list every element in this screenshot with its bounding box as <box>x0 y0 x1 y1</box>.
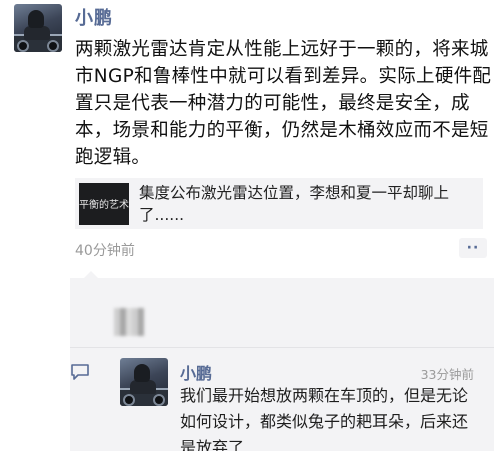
comment-author-name[interactable]: 小鹏 <box>180 360 212 384</box>
moments-post: 小鹏 两颗激光雷达肯定从性能上远好于一颗的，将来城市NGP和鲁棒性中就可以看到差… <box>0 0 500 270</box>
article-thumbnail: 平衡的艺术 <box>79 182 129 225</box>
shared-article-card[interactable]: 平衡的艺术 集度公布激光雷达位置，李想和夏一平却聊上了...... <box>75 178 483 229</box>
likes-comments-panel: 小鹏 33分钟前 我们最开始想放两颗在车顶的，但是无论如何设计，都类似兔子的耙耳… <box>70 271 494 451</box>
more-options-button[interactable]: ·· <box>459 238 487 258</box>
comment-icon <box>71 364 89 380</box>
post-timestamp: 40分钟前 <box>75 243 135 259</box>
ellipsis-icon: ·· <box>466 240 480 256</box>
comment-time: 33分钟前 <box>420 367 474 382</box>
author-avatar[interactable] <box>14 4 62 52</box>
liker-avatar[interactable] <box>114 308 144 336</box>
post-text: 两颗激光雷达肯定从性能上远好于一颗的，将来城市NGP和鲁棒性中就可以看到差异。实… <box>75 39 492 168</box>
commenter-avatar[interactable] <box>120 358 168 406</box>
likes-row <box>70 278 494 348</box>
comment-text: 我们最开始想放两颗在车顶的，但是无论如何设计，都类似兔子的耙耳朵，后来还是放弃了 <box>180 386 469 451</box>
post-author-name[interactable]: 小鹏 <box>75 4 113 30</box>
article-title: 集度公布激光雷达位置，李想和夏一平却聊上了...... <box>139 183 450 224</box>
